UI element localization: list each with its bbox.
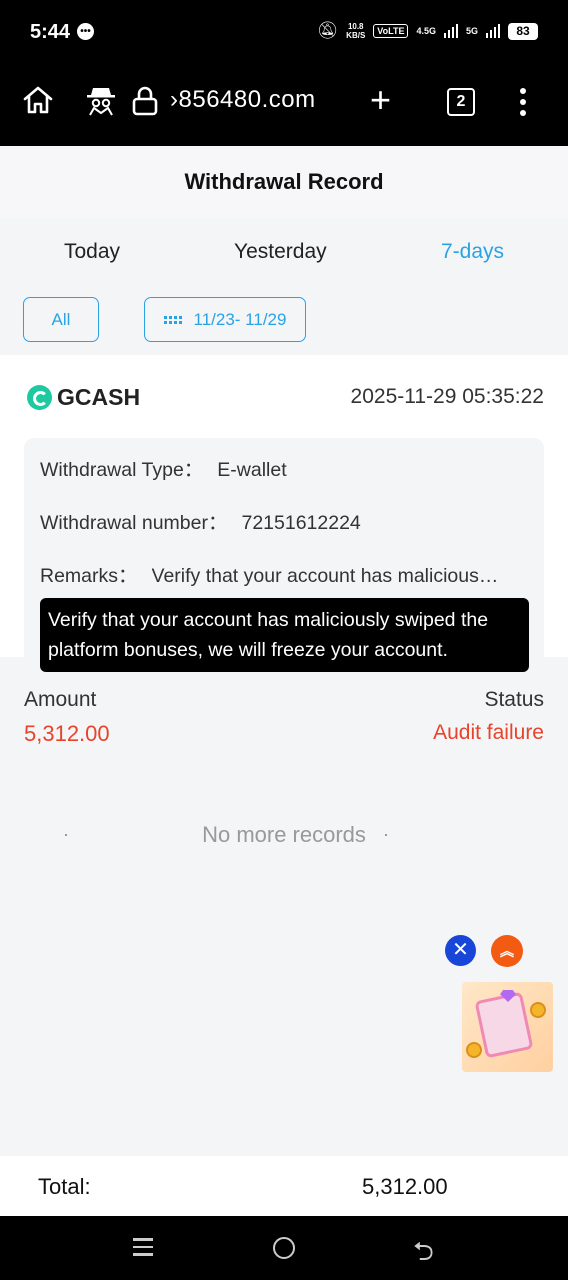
gcash-logo-icon	[27, 385, 52, 410]
battery-icon: 83	[508, 22, 538, 40]
record-datetime: 2025-11-29 05:35:22	[350, 385, 544, 408]
withdrawal-number-value: 72151612224	[241, 512, 361, 534]
recents-icon[interactable]	[133, 1238, 153, 1261]
withdrawal-type-value: E-wallet	[217, 459, 287, 481]
lock-icon	[132, 86, 158, 116]
date-tabs: Today Yesterday 7-days	[0, 228, 568, 278]
incognito-icon[interactable]	[86, 84, 116, 116]
date-range-button[interactable]: 11/23- 11/29	[144, 297, 306, 342]
page-header: Withdrawal Record	[0, 146, 568, 218]
remarks-row[interactable]: Remarks： Verify that your account has mal…	[40, 559, 498, 588]
total-label: Total:	[38, 1174, 91, 1199]
network-4g-label: 4.5G	[416, 26, 436, 36]
gift-card-image	[474, 991, 534, 1059]
mute-icon: 🔕︎	[316, 21, 339, 40]
amount-label: Amount	[24, 688, 97, 711]
amount-value: 5,312.00	[24, 721, 110, 746]
url-bar[interactable]: ›856480.com	[170, 86, 316, 114]
tab-yesterday[interactable]: Yesterday	[234, 240, 327, 264]
status-indicators: 🔕︎ 10.8 KB/S VoLTE 4.5G 5G 83	[317, 21, 538, 41]
calendar-icon	[163, 315, 182, 324]
tabs-count-button[interactable]: 2	[447, 88, 475, 116]
tab-today[interactable]: Today	[64, 240, 120, 264]
remarks-label: Remarks：	[40, 565, 138, 587]
tab-7-days[interactable]: 7-days	[441, 240, 504, 264]
signal-icon	[443, 24, 458, 38]
remarks-value[interactable]: Verify that your account has malicious…	[152, 565, 499, 588]
coin-icon	[530, 1002, 546, 1018]
system-nav-bar: ⮌	[0, 1216, 568, 1280]
total-value: 5,312.00	[362, 1174, 448, 1199]
divider-dot	[385, 834, 387, 836]
filter-all-label: All	[51, 309, 71, 329]
promo-banner[interactable]	[462, 982, 553, 1072]
home-icon[interactable]	[22, 84, 54, 116]
network-speed: 10.8 KB/S	[346, 22, 366, 40]
remarks-tooltip: Verify that your account has maliciously…	[40, 598, 529, 672]
close-icon[interactable]: ✕	[445, 935, 476, 966]
status-time: 5:44	[30, 21, 71, 43]
chat-bubble-icon: •••	[77, 23, 94, 40]
status-value: Audit failure	[433, 721, 544, 744]
date-range-label: 11/23- 11/29	[193, 309, 287, 329]
back-icon[interactable]: ⮌	[413, 1233, 434, 1277]
home-button-icon[interactable]	[273, 1237, 295, 1259]
status-label: Status	[484, 688, 544, 711]
withdrawal-type-row: Withdrawal Type： E-wallet	[40, 453, 287, 482]
payment-method: GCASH	[57, 384, 141, 410]
no-more-records: No more records	[202, 822, 366, 847]
status-bar: 5:44 ••• 🔕︎ 10.8 KB/S VoLTE 4.5G 5G 83	[0, 0, 568, 64]
browser-toolbar: ›856480.com + 2	[0, 64, 568, 146]
network-5g-label: 5G	[465, 26, 478, 36]
filter-all-button[interactable]: All	[23, 297, 99, 342]
new-tab-icon[interactable]: +	[370, 82, 391, 118]
withdrawal-type-label: Withdrawal Type：	[40, 459, 204, 481]
total-bar: Total: 5,312.00	[0, 1156, 568, 1216]
signal-icon-2	[486, 24, 500, 38]
volte-badge: VoLTE	[373, 24, 409, 38]
coin-icon	[466, 1042, 482, 1058]
scroll-top-icon[interactable]: ︽	[491, 935, 523, 967]
withdrawal-number-row: Withdrawal number： 72151612224	[40, 506, 361, 535]
withdrawal-number-label: Withdrawal number：	[40, 512, 228, 534]
menu-icon[interactable]	[520, 88, 528, 121]
page-title: Withdrawal Record	[184, 169, 384, 194]
